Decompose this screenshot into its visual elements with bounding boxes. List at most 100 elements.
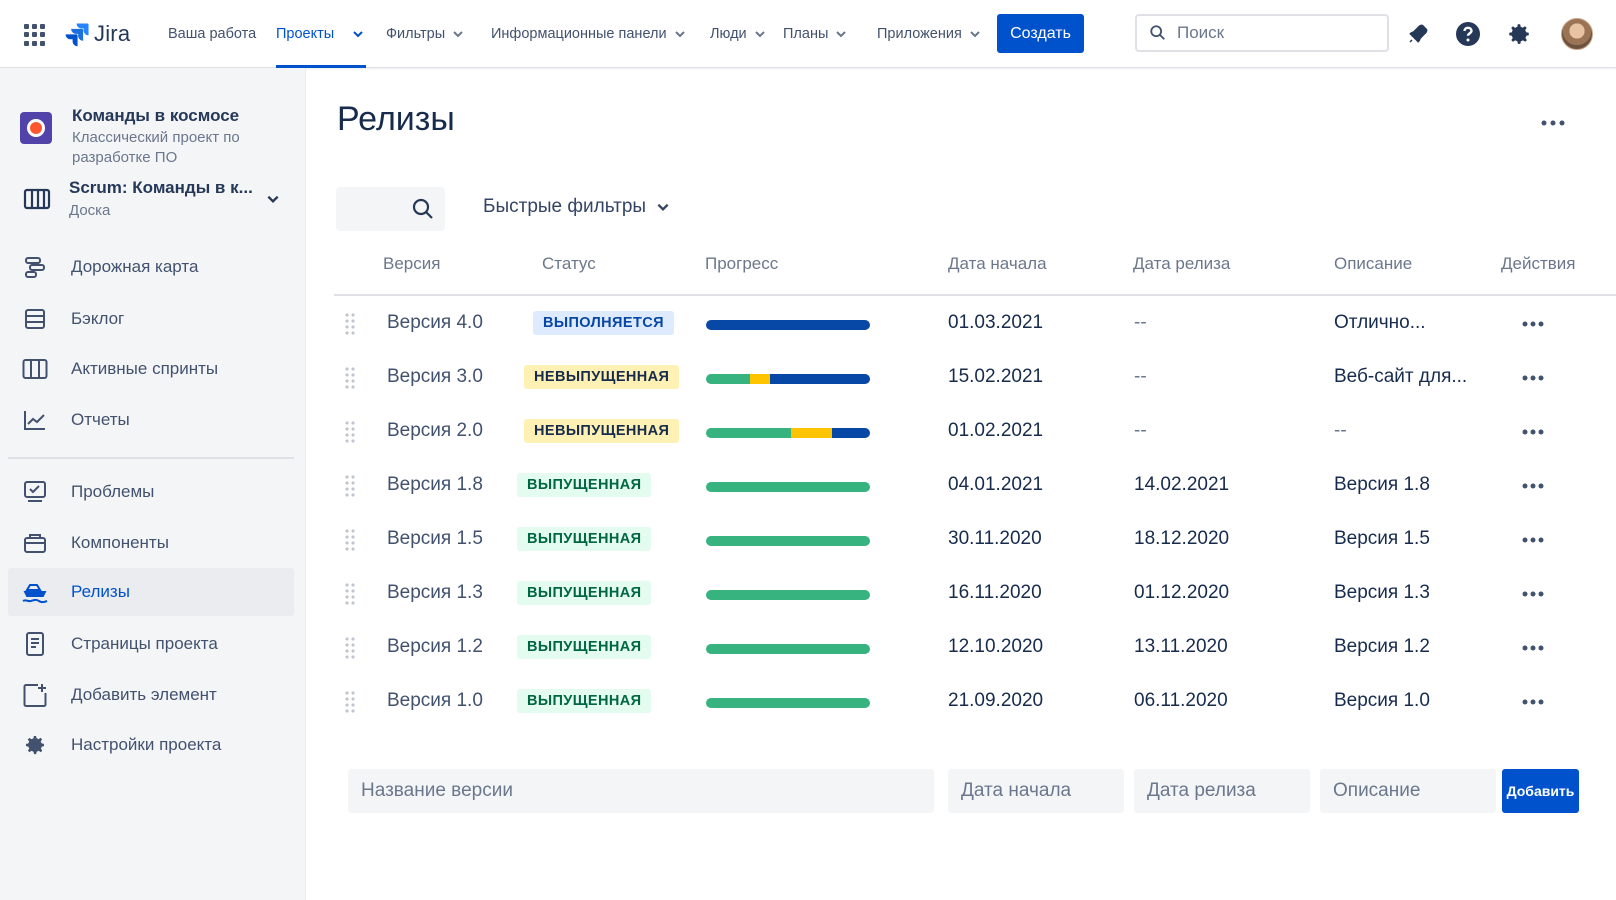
project-avatar — [20, 112, 52, 144]
version-link[interactable]: Версия 1.2 — [387, 636, 483, 658]
drag-handle-icon[interactable] — [344, 690, 356, 714]
status-badge: ВЫПОЛНЯЕТСЯ — [533, 311, 674, 335]
notifications-icon[interactable] — [1404, 20, 1432, 48]
column-version[interactable]: Версия — [383, 254, 440, 274]
version-link[interactable]: Версия 2.0 — [387, 420, 483, 442]
nav-plans[interactable]: Планы — [783, 0, 847, 68]
drag-handle-icon[interactable] — [344, 474, 356, 498]
nav-apps[interactable]: Приложения — [877, 0, 981, 68]
sidebar-item-active-sprints[interactable]: Активные спринты — [8, 345, 294, 393]
progress-bar[interactable] — [706, 428, 870, 438]
row-more-actions-icon[interactable] — [1518, 584, 1548, 604]
search-input[interactable] — [1177, 23, 1367, 43]
row-more-actions-icon[interactable] — [1518, 422, 1548, 442]
sidebar-item-reports[interactable]: Отчеты — [8, 396, 294, 444]
drag-handle-icon[interactable] — [344, 528, 356, 552]
description: Отлично... — [1334, 312, 1426, 333]
start-date-input[interactable] — [948, 769, 1124, 813]
gear-icon — [22, 733, 48, 757]
release-date: -- — [1134, 420, 1147, 441]
search-box[interactable] — [1135, 14, 1389, 52]
page-more-actions-icon[interactable] — [1540, 110, 1566, 136]
row-more-actions-icon[interactable] — [1518, 530, 1548, 550]
add-version-button[interactable]: Добавить — [1502, 769, 1579, 813]
chevron-down-icon[interactable] — [266, 192, 280, 206]
nav-people[interactable]: Люди — [710, 0, 766, 68]
nav-label: Проекты — [276, 26, 335, 42]
quick-filters-dropdown[interactable]: Быстрые фильтры — [483, 196, 670, 218]
version-link[interactable]: Версия 1.8 — [387, 474, 483, 496]
progress-bar[interactable] — [706, 536, 870, 546]
version-link[interactable]: Версия 1.3 — [387, 582, 483, 604]
progress-bar[interactable] — [706, 374, 870, 384]
search-icon — [1150, 25, 1165, 40]
row-more-actions-icon[interactable] — [1518, 638, 1548, 658]
table-row: Версия 1.0 ВЫПУЩЕННАЯ 21.09.2020 06.11.2020… — [334, 676, 1616, 730]
sidebar-item-label: Добавить элемент — [71, 685, 217, 704]
board-columns-icon — [22, 357, 48, 381]
sidebar-item-project-pages[interactable]: Страницы проекта — [8, 620, 294, 668]
progress-bar[interactable] — [706, 320, 870, 330]
start-date: 01.02.2021 — [948, 420, 1044, 441]
release-date: -- — [1134, 312, 1147, 333]
drag-handle-icon[interactable] — [344, 582, 356, 606]
nav-filters[interactable]: Фильтры — [386, 0, 464, 68]
sidebar-item-backlog[interactable]: Бэклог — [8, 295, 294, 343]
settings-gear-icon[interactable] — [1505, 20, 1533, 48]
create-button[interactable]: Создать — [997, 14, 1084, 53]
version-link[interactable]: Версия 3.0 — [387, 366, 483, 388]
progress-bar[interactable] — [706, 482, 870, 492]
sidebar-item-add-item[interactable]: Добавить элемент — [8, 671, 294, 719]
top-navigation: Jira Ваша работа Проекты Фильтры Информа… — [0, 0, 1616, 68]
drag-handle-icon[interactable] — [344, 366, 356, 390]
sidebar-item-releases[interactable]: Релизы — [8, 568, 294, 616]
row-more-actions-icon[interactable] — [1518, 692, 1548, 712]
components-icon — [22, 531, 48, 555]
jira-logo[interactable]: Jira — [64, 18, 130, 50]
sidebar-item-label: Страницы проекта — [71, 634, 218, 653]
description: Версия 1.3 — [1334, 582, 1430, 603]
progress-bar[interactable] — [706, 590, 870, 600]
ship-icon — [22, 580, 48, 604]
row-more-actions-icon[interactable] — [1518, 314, 1548, 334]
table-row: Версия 3.0 НЕВЫПУЩЕННАЯ 15.02.2021 -- Веб-са… — [334, 352, 1616, 406]
user-avatar[interactable] — [1561, 18, 1593, 50]
row-more-actions-icon[interactable] — [1518, 476, 1548, 496]
sidebar-item-issues[interactable]: Проблемы — [8, 468, 294, 516]
drag-handle-icon[interactable] — [344, 420, 356, 444]
sidebar-item-label: Активные спринты — [71, 359, 219, 378]
column-start-date[interactable]: Дата начала — [948, 254, 1047, 274]
sidebar-item-components[interactable]: Компоненты — [8, 519, 294, 567]
sidebar-item-project-settings[interactable]: Настройки проекта — [8, 721, 294, 769]
version-name-input[interactable] — [348, 769, 934, 813]
progress-segment-done — [706, 428, 792, 438]
page-title: Релизы — [337, 100, 455, 138]
drag-handle-icon[interactable] — [344, 312, 356, 336]
row-more-actions-icon[interactable] — [1518, 368, 1548, 388]
release-date-input[interactable] — [1134, 769, 1310, 813]
column-progress: Прогресс — [705, 254, 779, 273]
board-switcher[interactable]: Scrum: Команды в к... — [69, 178, 269, 198]
version-link[interactable]: Версия 1.5 — [387, 528, 483, 550]
sidebar-item-roadmap[interactable]: Дорожная карта — [8, 243, 294, 291]
progress-segment-done — [706, 536, 870, 546]
drag-handle-icon[interactable] — [344, 636, 356, 660]
progress-bar[interactable] — [706, 644, 870, 654]
progress-bar[interactable] — [706, 698, 870, 708]
start-date: 21.09.2020 — [948, 690, 1044, 711]
version-search-input[interactable] — [336, 187, 445, 231]
help-icon[interactable] — [1454, 20, 1482, 48]
chevron-down-icon — [836, 31, 847, 38]
version-link[interactable]: Версия 1.0 — [387, 690, 483, 712]
version-link[interactable]: Версия 4.0 — [387, 312, 483, 334]
status-badge: ВЫПУЩЕННАЯ — [517, 689, 652, 713]
description-input[interactable] — [1320, 769, 1496, 813]
app-switcher-icon[interactable] — [24, 24, 46, 46]
nav-your-work[interactable]: Ваша работа — [168, 0, 256, 68]
release-date: 06.11.2020 — [1134, 690, 1228, 711]
column-release-date[interactable]: Дата релиза — [1133, 254, 1230, 274]
sidebar-item-label: Настройки проекта — [71, 735, 222, 754]
nav-projects[interactable]: Проекты — [276, 0, 367, 68]
roadmap-icon — [22, 255, 48, 279]
nav-dashboards[interactable]: Информационные панели — [491, 0, 686, 68]
